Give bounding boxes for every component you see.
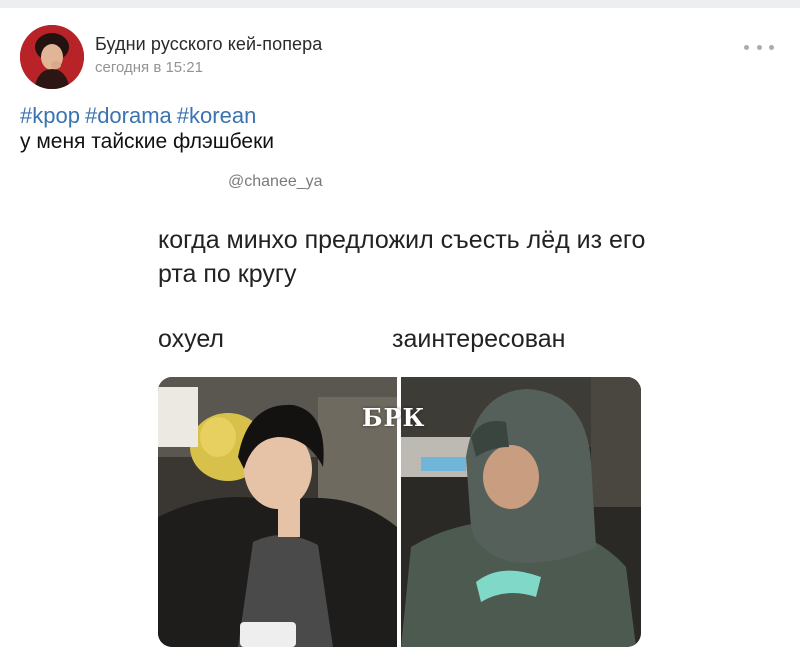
meme-caption: когда минхо предложил съесть лёд из его …: [158, 226, 646, 288]
author-avatar[interactable]: [20, 25, 84, 89]
post-time[interactable]: сегодня в 15:21: [95, 59, 203, 76]
avatar-image: [20, 25, 84, 89]
wall-post: Будни русского кей-попера сегодня в 15:2…: [0, 8, 800, 648]
post-text: у меня тайские флэшбеки: [20, 130, 274, 153]
more-horizontal-icon-dot: [769, 44, 774, 50]
more-horizontal-icon-dot: [756, 44, 762, 50]
meme-label-left: охуел: [158, 325, 225, 353]
hashtag-link[interactable]: #dorama: [85, 103, 172, 128]
more-horizontal-icon-dot: [744, 44, 749, 50]
hashtag-link[interactable]: #korean: [177, 103, 257, 128]
hashtags: #kpop #dorama #korean: [20, 103, 261, 129]
hashtag-link[interactable]: #kpop: [20, 103, 80, 128]
meme-image[interactable]: @chanee_ya когда минхо предложил съесть …: [140, 163, 660, 648]
page-top-strip: [0, 0, 800, 8]
meme-watermark: БРК: [362, 403, 426, 432]
author-name[interactable]: Будни русского кей-попера: [95, 34, 322, 55]
photo-right-illustration: [401, 377, 641, 647]
meme-label-right: заинтересован: [392, 325, 566, 353]
meme-handle: @chanee_ya: [228, 173, 323, 190]
meme-photo-right: [401, 377, 641, 647]
more-actions-button[interactable]: [744, 42, 774, 52]
